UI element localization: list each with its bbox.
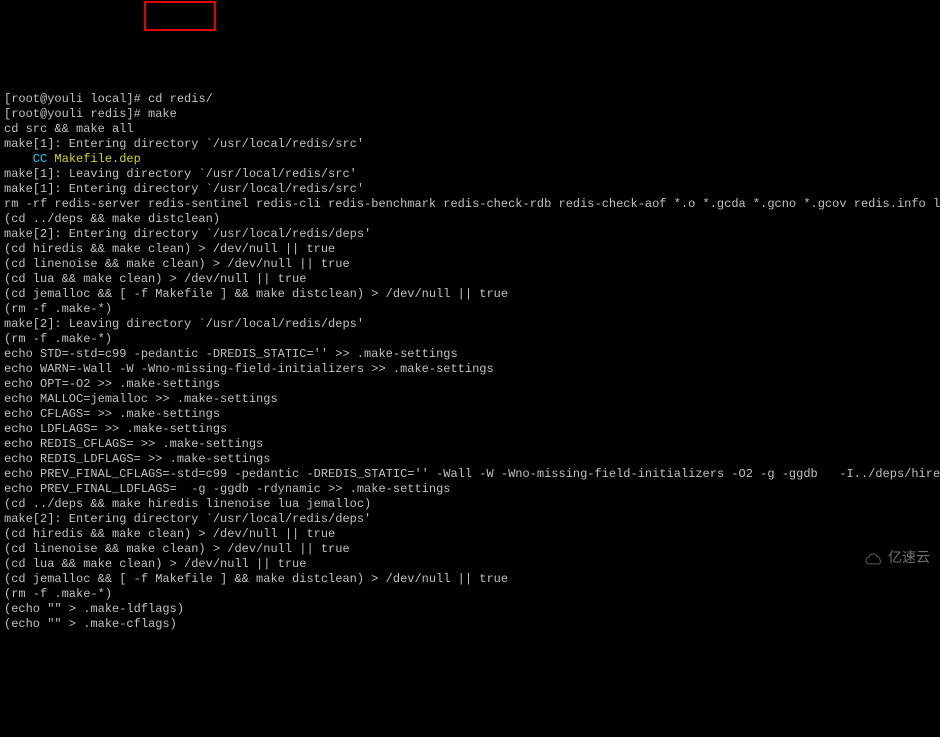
output-line: echo CFLAGS= >> .make-settings (4, 407, 936, 422)
output-line: (rm -f .make-*) (4, 302, 936, 317)
output-line: make[2]: Entering directory `/usr/local/… (4, 512, 936, 527)
output-line: (cd hiredis && make clean) > /dev/null |… (4, 242, 936, 257)
output-line: echo PREV_FINAL_LDFLAGS= -g -ggdb -rdyna… (4, 482, 936, 497)
output-line: rm -rf redis-server redis-sentinel redis… (4, 197, 936, 212)
cc-label: CC (4, 152, 54, 166)
watermark-text: 亿速云 (888, 550, 930, 565)
output-line: echo MALLOC=jemalloc >> .make-settings (4, 392, 936, 407)
output-line: (cd ../deps && make distclean) (4, 212, 936, 227)
output-line: echo REDIS_CFLAGS= >> .make-settings (4, 437, 936, 452)
output-line: make[2]: Leaving directory `/usr/local/r… (4, 317, 936, 332)
cloud-icon (864, 551, 884, 565)
cc-line: CC Makefile.dep (4, 152, 936, 167)
watermark: 亿速云 (864, 550, 930, 565)
output-line: make[2]: Entering directory `/usr/local/… (4, 227, 936, 242)
output-line: echo PREV_FINAL_CFLAGS=-std=c99 -pedanti… (4, 467, 936, 482)
command: make (148, 107, 177, 121)
output-line: echo WARN=-Wall -W -Wno-missing-field-in… (4, 362, 936, 377)
output-line: (rm -f .make-*) (4, 587, 936, 602)
output-line: echo OPT=-O2 >> .make-settings (4, 377, 936, 392)
output-line: (cd hiredis && make clean) > /dev/null |… (4, 527, 936, 542)
output-line: make[1]: Entering directory `/usr/local/… (4, 182, 936, 197)
highlight-annotation (144, 1, 216, 31)
output-line: (cd linenoise && make clean) > /dev/null… (4, 257, 936, 272)
command: cd redis/ (148, 92, 213, 106)
prompt-line-2: [root@youli redis]# make (4, 107, 936, 122)
output-line: (rm -f .make-*) (4, 332, 936, 347)
prompt: [root@youli redis]# (4, 107, 148, 121)
output-line: (cd linenoise && make clean) > /dev/null… (4, 542, 936, 557)
output-line: make[1]: Leaving directory `/usr/local/r… (4, 167, 936, 182)
output-line: (cd lua && make clean) > /dev/null || tr… (4, 272, 936, 287)
cc-file: Makefile.dep (54, 152, 140, 166)
terminal-output: [root@youli local]# cd redis/[root@youli… (4, 92, 936, 632)
output-line: cd src && make all (4, 122, 936, 137)
output-line: echo REDIS_LDFLAGS= >> .make-settings (4, 452, 936, 467)
output-line: (cd jemalloc && [ -f Makefile ] && make … (4, 287, 936, 302)
output-line: (echo "" > .make-cflags) (4, 617, 936, 632)
prompt: [root@youli local]# (4, 92, 148, 106)
output-line: echo STD=-std=c99 -pedantic -DREDIS_STAT… (4, 347, 936, 362)
output-line: (cd jemalloc && [ -f Makefile ] && make … (4, 572, 936, 587)
output-line: make[1]: Entering directory `/usr/local/… (4, 137, 936, 152)
prompt-line-1: [root@youli local]# cd redis/ (4, 92, 936, 107)
output-line: (cd lua && make clean) > /dev/null || tr… (4, 557, 936, 572)
output-line: echo LDFLAGS= >> .make-settings (4, 422, 936, 437)
output-line: (echo "" > .make-ldflags) (4, 602, 936, 617)
output-line: (cd ../deps && make hiredis linenoise lu… (4, 497, 936, 512)
